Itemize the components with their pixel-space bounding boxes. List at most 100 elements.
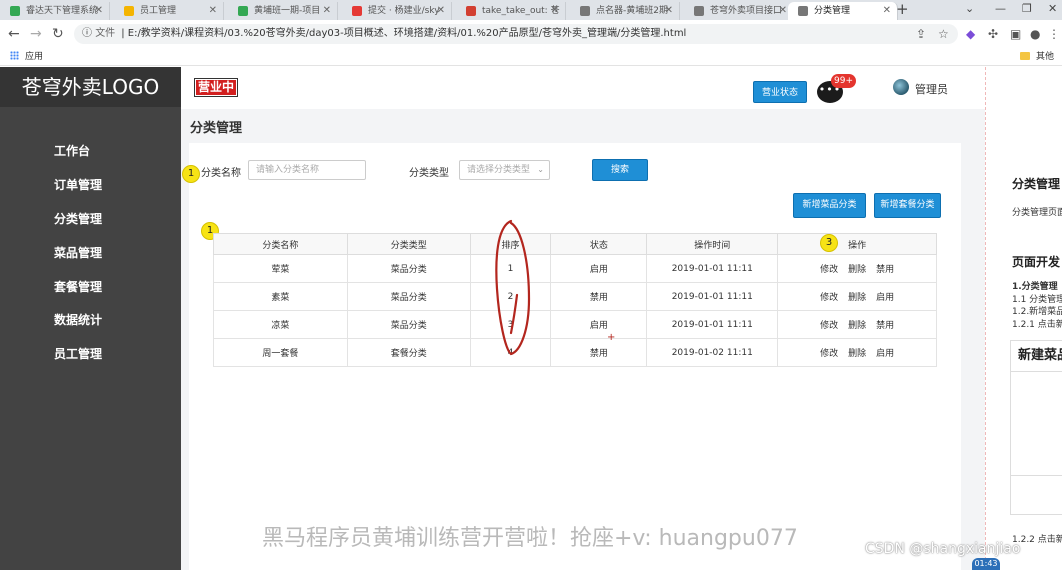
table-row: 素菜 菜品分类 2 禁用 2019-01-01 11:11 修改 删除 启用 [213,282,937,311]
tab-close-icon[interactable]: ✕ [551,2,559,20]
table-row: 荤菜 菜品分类 1 启用 2019-01-01 11:11 修改 删除 禁用 [213,254,937,283]
category-table: 分类名称 分类类型 排序 状态 操作时间 操作 荤菜 菜品分类 1 启用 2019-01-01 1… [213,233,937,367]
reload-icon[interactable]: ↻ [52,25,64,43]
table-cell-name: 荤菜 [213,254,348,283]
new-tab-button[interactable]: + [896,0,909,18]
browser-tab[interactable]: 睿达天下管理系统 ✕ [0,2,110,20]
tab-favicon-icon [124,6,134,16]
tab-close-icon[interactable]: ✕ [95,2,103,20]
sidebar-item[interactable]: 工作台 [54,142,90,159]
csdn-watermark: CSDN @shangxianjiao [865,541,1021,557]
tab-title: 员工管理 [140,6,177,16]
share-icon[interactable]: ⇪ [916,25,926,43]
browser-tab[interactable]: 黄埔班一期-项目 ✕ [228,2,338,20]
tab-favicon-icon [694,6,704,16]
edit-link[interactable]: 修改 [820,321,838,331]
browser-tab[interactable]: take_take_out: 苍 ✕ [456,2,566,20]
table-header-cell: 操作 [777,233,937,255]
forward-icon[interactable]: → [30,25,42,43]
tab-close-icon[interactable]: ✕ [665,2,673,20]
delete-link[interactable]: 删除 [848,349,866,359]
bookmark-apps[interactable]: 应用 [10,48,43,66]
toggle-status-link[interactable]: 启用 [876,349,894,359]
tab-close-icon[interactable]: ✕ [437,2,445,20]
tab-close-icon[interactable]: ✕ [323,2,331,20]
table-header-cell: 分类名称 [213,233,348,255]
table-cell-type: 菜品分类 [346,282,471,311]
close-window-icon[interactable]: ✕ [1048,0,1057,18]
toggle-status-link[interactable]: 禁用 [876,265,894,275]
table-cell-status: 禁用 [550,282,648,311]
address-bar[interactable]: ⓘ 文件 | E:/教学资料/课程资料/03.%20苍穹外卖/day03-项目概述… [74,24,958,44]
menu-icon[interactable]: ⋮ [1048,25,1060,43]
tab-favicon-icon [466,6,476,16]
doc-panel: 分类管理 分类管理页面 页面开发 1.分类管理 1.1 分类管理 1.2.新增菜… [985,67,1062,570]
avatar[interactable] [893,79,909,95]
admin-name[interactable]: 管理员 [915,81,948,97]
puzzle-icon[interactable]: ✣ [988,25,998,43]
annotation-plus-mark: + [607,332,616,343]
table-cell-actions: 修改 删除 启用 [777,338,937,367]
search-button[interactable]: 搜索 [592,159,648,181]
table-header-cell: 状态 [550,233,648,255]
business-status-button[interactable]: 营业状态 [753,81,807,103]
content-panel: 1 分类名称 请输入分类名称 分类类型 请选择分类类型 ⌄ 搜索 新增菜品分类 … [182,143,961,570]
category-type-placeholder: 请选择分类类型 [467,165,531,175]
sidepanel-icon[interactable]: ▣ [1010,25,1021,43]
sidebar-item[interactable]: 员工管理 [54,345,102,362]
table-cell-type: 菜品分类 [346,310,471,339]
edit-link[interactable]: 修改 [820,349,838,359]
add-setmeal-category-button[interactable]: 新增套餐分类 [874,193,941,218]
doc-heading: 页面开发 [1012,255,1061,269]
browser-tab[interactable]: 苍穹外卖项目接口 ✕ [684,2,794,20]
add-dish-category-button[interactable]: 新增菜品分类 [793,193,866,218]
browser-tab[interactable]: 点名器-黄埔班2期 ✕ [570,2,680,20]
info-icon[interactable]: ⓘ [82,28,92,39]
category-name-input[interactable]: 请输入分类名称 [248,160,366,180]
category-type-select[interactable]: 请选择分类类型 ⌄ [459,160,550,180]
sidebar-item[interactable]: 套餐管理 [54,278,102,295]
delete-link[interactable]: 删除 [848,265,866,275]
browser-tab[interactable]: 分类管理 ✕ [788,2,898,20]
app-logo: 苍穹外卖LOGO [0,67,181,107]
bookmark-star-icon[interactable]: ☆ [938,25,949,43]
extension-icon[interactable]: ◆ [966,25,975,43]
bookmark-apps-label: 应用 [25,52,44,62]
toggle-status-link[interactable]: 启用 [876,293,894,303]
tab-favicon-icon [352,6,362,16]
time-badge: 01:43 [972,558,1000,570]
table-cell-name: 周一套餐 [213,338,348,367]
table-cell-status: 启用 [550,310,648,339]
profile-icon[interactable]: ● [1030,25,1040,43]
browser-tab-strip: 睿达天下管理系统 ✕ 员工管理 ✕ 黄埔班一期-项目 ✕ 提交 · 杨建业/sky ✕ take… [0,0,1062,20]
doc-text: 1.2.1 点击新 [1012,320,1062,330]
address-url: E:/教学资料/课程资料/03.%20苍穹外卖/day03-项目概述、环境搭建/… [127,28,687,39]
back-icon[interactable]: ← [8,25,20,43]
tab-close-icon[interactable]: ✕ [209,2,217,20]
apps-grid-icon [10,51,19,60]
delete-link[interactable]: 删除 [848,293,866,303]
delete-link[interactable]: 删除 [848,321,866,331]
watermark-text: 黑马程序员黄埔训练营开营啦！抢座+v: huangpu077 [262,526,798,551]
edit-link[interactable]: 修改 [820,265,838,275]
sidebar-item[interactable]: 分类管理 [54,210,102,227]
maximize-icon[interactable]: ❐ [1022,0,1032,18]
doc-divider [1010,475,1062,476]
table-header-cell: 操作时间 [646,233,779,255]
sidebar-item[interactable]: 数据统计 [54,311,102,328]
toggle-status-link[interactable]: 禁用 [876,321,894,331]
browser-tab[interactable]: 员工管理 ✕ [114,2,224,20]
tab-title: take_take_out: 苍 [482,6,560,16]
browser-tab[interactable]: 提交 · 杨建业/sky ✕ [342,2,452,20]
tab-search-icon[interactable]: ⌄ [965,0,974,18]
edit-link[interactable]: 修改 [820,293,838,303]
tab-close-icon[interactable]: ✕ [883,2,891,20]
table-cell-status: 启用 [550,254,648,283]
app-root: 苍穹外卖LOGO 工作台 订单管理 分类管理 菜品管理 套餐管理 数据统计 员工管理 营业中… [0,67,985,570]
page-title: 分类管理 [190,121,243,136]
chevron-down-icon: ⌄ [537,165,544,174]
minimize-icon[interactable]: — [995,0,1006,18]
tab-close-icon[interactable]: ✕ [779,2,787,20]
sidebar-item[interactable]: 订单管理 [54,176,102,193]
sidebar-item[interactable]: 菜品管理 [54,244,102,261]
